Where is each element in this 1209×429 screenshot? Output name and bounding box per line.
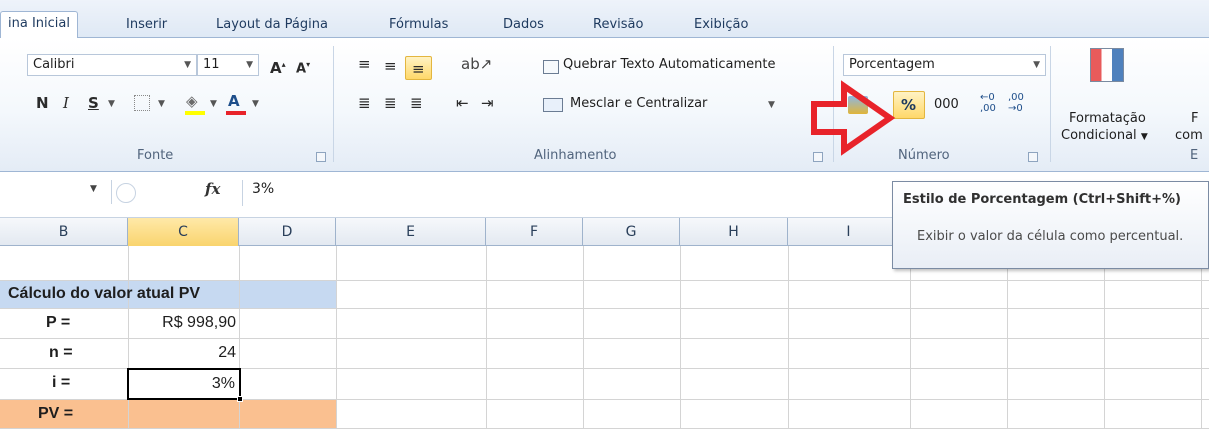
tab-view[interactable]: Exibição (694, 13, 748, 39)
align-bottom-icon: ≡ (412, 60, 425, 78)
align-top-icon[interactable]: ≡ (358, 54, 371, 74)
increase-indent-icon[interactable]: ⇥ (481, 93, 494, 113)
column-header-b[interactable]: B (0, 218, 128, 246)
label-i[interactable]: i = (52, 371, 70, 395)
ribbon-tabs: ina Inicial Inserir Layout da Página Fór… (0, 0, 1209, 39)
fill-color-icon[interactable]: ◈ (186, 91, 198, 111)
tooltip-title: Estilo de Porcentagem (Ctrl+Shift+%) (903, 192, 1181, 207)
tab-page-layout[interactable]: Layout da Página (216, 13, 328, 39)
column-header-e[interactable]: E (336, 218, 486, 246)
number-format-combo[interactable]: Porcentagem ▼ (843, 54, 1046, 76)
tab-formulas[interactable]: Fórmulas (389, 13, 448, 39)
font-color-swatch (226, 111, 246, 115)
value-n[interactable]: 24 (128, 341, 236, 365)
font-dialog-launcher[interactable] (316, 152, 326, 162)
active-cell-c[interactable]: 3% (127, 368, 243, 402)
font-name-value: Calibri (33, 57, 75, 72)
increase-decimal-button[interactable]: ←0 ,00 (980, 92, 996, 114)
chevron-down-icon: ▼ (184, 60, 191, 70)
font-size-combo[interactable]: 11 ▼ (197, 54, 259, 76)
align-center-icon[interactable]: ≣ (384, 93, 397, 113)
grow-font-icon[interactable]: A▴ (270, 55, 286, 78)
tab-home[interactable]: ina Inicial (0, 11, 78, 39)
merge-center-button[interactable]: Mesclar e Centralizar (570, 94, 707, 114)
percent-icon: % (901, 96, 917, 114)
formula-separator (242, 180, 243, 206)
label-pv[interactable]: PV = (38, 402, 73, 426)
group-separator (333, 46, 334, 162)
red-arrow-annotation (811, 80, 896, 156)
insert-function-icon[interactable]: fx (205, 180, 220, 198)
font-color-icon[interactable]: A (228, 91, 240, 111)
orientation-icon[interactable]: ab↗ (461, 54, 492, 74)
number-dialog-launcher[interactable] (1028, 152, 1038, 162)
italic-button[interactable]: I (63, 93, 69, 113)
comma-style-button[interactable]: 000 (934, 95, 959, 115)
bold-button[interactable]: N (36, 93, 49, 113)
chevron-down-icon: ▼ (246, 60, 253, 70)
chevron-down-icon[interactable]: ▼ (90, 184, 97, 194)
tab-data[interactable]: Dados (503, 13, 544, 39)
value-p[interactable]: R$ 998,90 (128, 311, 236, 335)
chevron-down-icon: ▼ (1140, 132, 1148, 142)
tab-insert[interactable]: Inserir (126, 13, 167, 39)
styles-group-label: E (1190, 148, 1199, 163)
column-header-h[interactable]: H (680, 218, 788, 246)
chevron-down-icon: ▼ (1033, 60, 1040, 70)
wrap-text-button[interactable]: Quebrar Texto Automaticamente (563, 55, 776, 75)
number-format-value: Porcentagem (849, 57, 935, 72)
wrap-text-icon[interactable] (543, 60, 559, 74)
gridline (0, 280, 1209, 281)
fill-color-swatch (185, 111, 205, 115)
align-bottom-button[interactable]: ≡ (405, 56, 432, 80)
group-separator (1050, 46, 1051, 162)
font-group-label: Fonte (137, 148, 174, 163)
chevron-down-icon[interactable]: ▼ (210, 99, 217, 109)
label-n[interactable]: n = (49, 341, 73, 365)
format-as-table-line2[interactable]: com (1175, 126, 1203, 146)
chevron-down-icon[interactable]: ▼ (108, 99, 115, 109)
column-header-f[interactable]: F (486, 218, 583, 246)
font-size-value: 11 (203, 57, 220, 72)
worksheet-grid[interactable]: Cálculo do valor atual PV P = R$ 998,90 … (0, 246, 1209, 429)
alignment-group-label: Alinhamento (534, 148, 617, 163)
number-group-label: Número (898, 148, 950, 163)
decrease-indent-icon[interactable]: ⇤ (456, 93, 469, 113)
font-name-combo[interactable]: Calibri ▼ (27, 54, 197, 76)
percent-style-tooltip: Estilo de Porcentagem (Ctrl+Shift+%) Exi… (892, 181, 1209, 269)
gridline (0, 338, 1209, 339)
formula-cancel-icon[interactable] (116, 183, 136, 203)
ribbon: Calibri ▼ 11 ▼ A▴ A▾ N I S ▼ ▼ ◈ ▼ A ▼ F… (0, 38, 1209, 172)
chevron-down-icon[interactable]: ▼ (252, 99, 259, 109)
chevron-down-icon[interactable]: ▼ (158, 99, 165, 109)
name-box[interactable]: ▼ (0, 180, 112, 204)
tooltip-body: Exibir o valor da célula como percentual… (917, 229, 1184, 244)
borders-icon[interactable] (134, 95, 150, 111)
label-p[interactable]: P = (46, 311, 70, 335)
decrease-decimal-button[interactable]: ,00 →0 (1008, 92, 1024, 114)
formula-input[interactable]: 3% (252, 181, 274, 197)
gridline (0, 308, 1209, 309)
shrink-font-icon[interactable]: A▾ (296, 55, 310, 79)
chevron-down-icon[interactable]: ▼ (768, 100, 775, 110)
tab-review[interactable]: Revisão (593, 13, 643, 39)
fill-handle[interactable] (237, 396, 243, 402)
align-middle-icon[interactable]: ≡ (384, 56, 397, 76)
value-i: 3% (211, 375, 235, 392)
conditional-formatting-icon[interactable] (1090, 48, 1124, 82)
underline-button[interactable]: S (88, 93, 99, 113)
column-header-g[interactable]: G (583, 218, 680, 246)
merge-center-icon[interactable] (543, 98, 563, 112)
align-left-icon[interactable]: ≣ (358, 93, 371, 113)
column-header-d[interactable]: D (239, 218, 336, 246)
sheet-title[interactable]: Cálculo do valor atual PV (8, 282, 200, 306)
align-right-icon[interactable]: ≣ (410, 93, 423, 113)
column-header-c[interactable]: C (128, 218, 239, 246)
conditional-formatting-line2[interactable]: Condicional ▼ (1061, 126, 1148, 147)
